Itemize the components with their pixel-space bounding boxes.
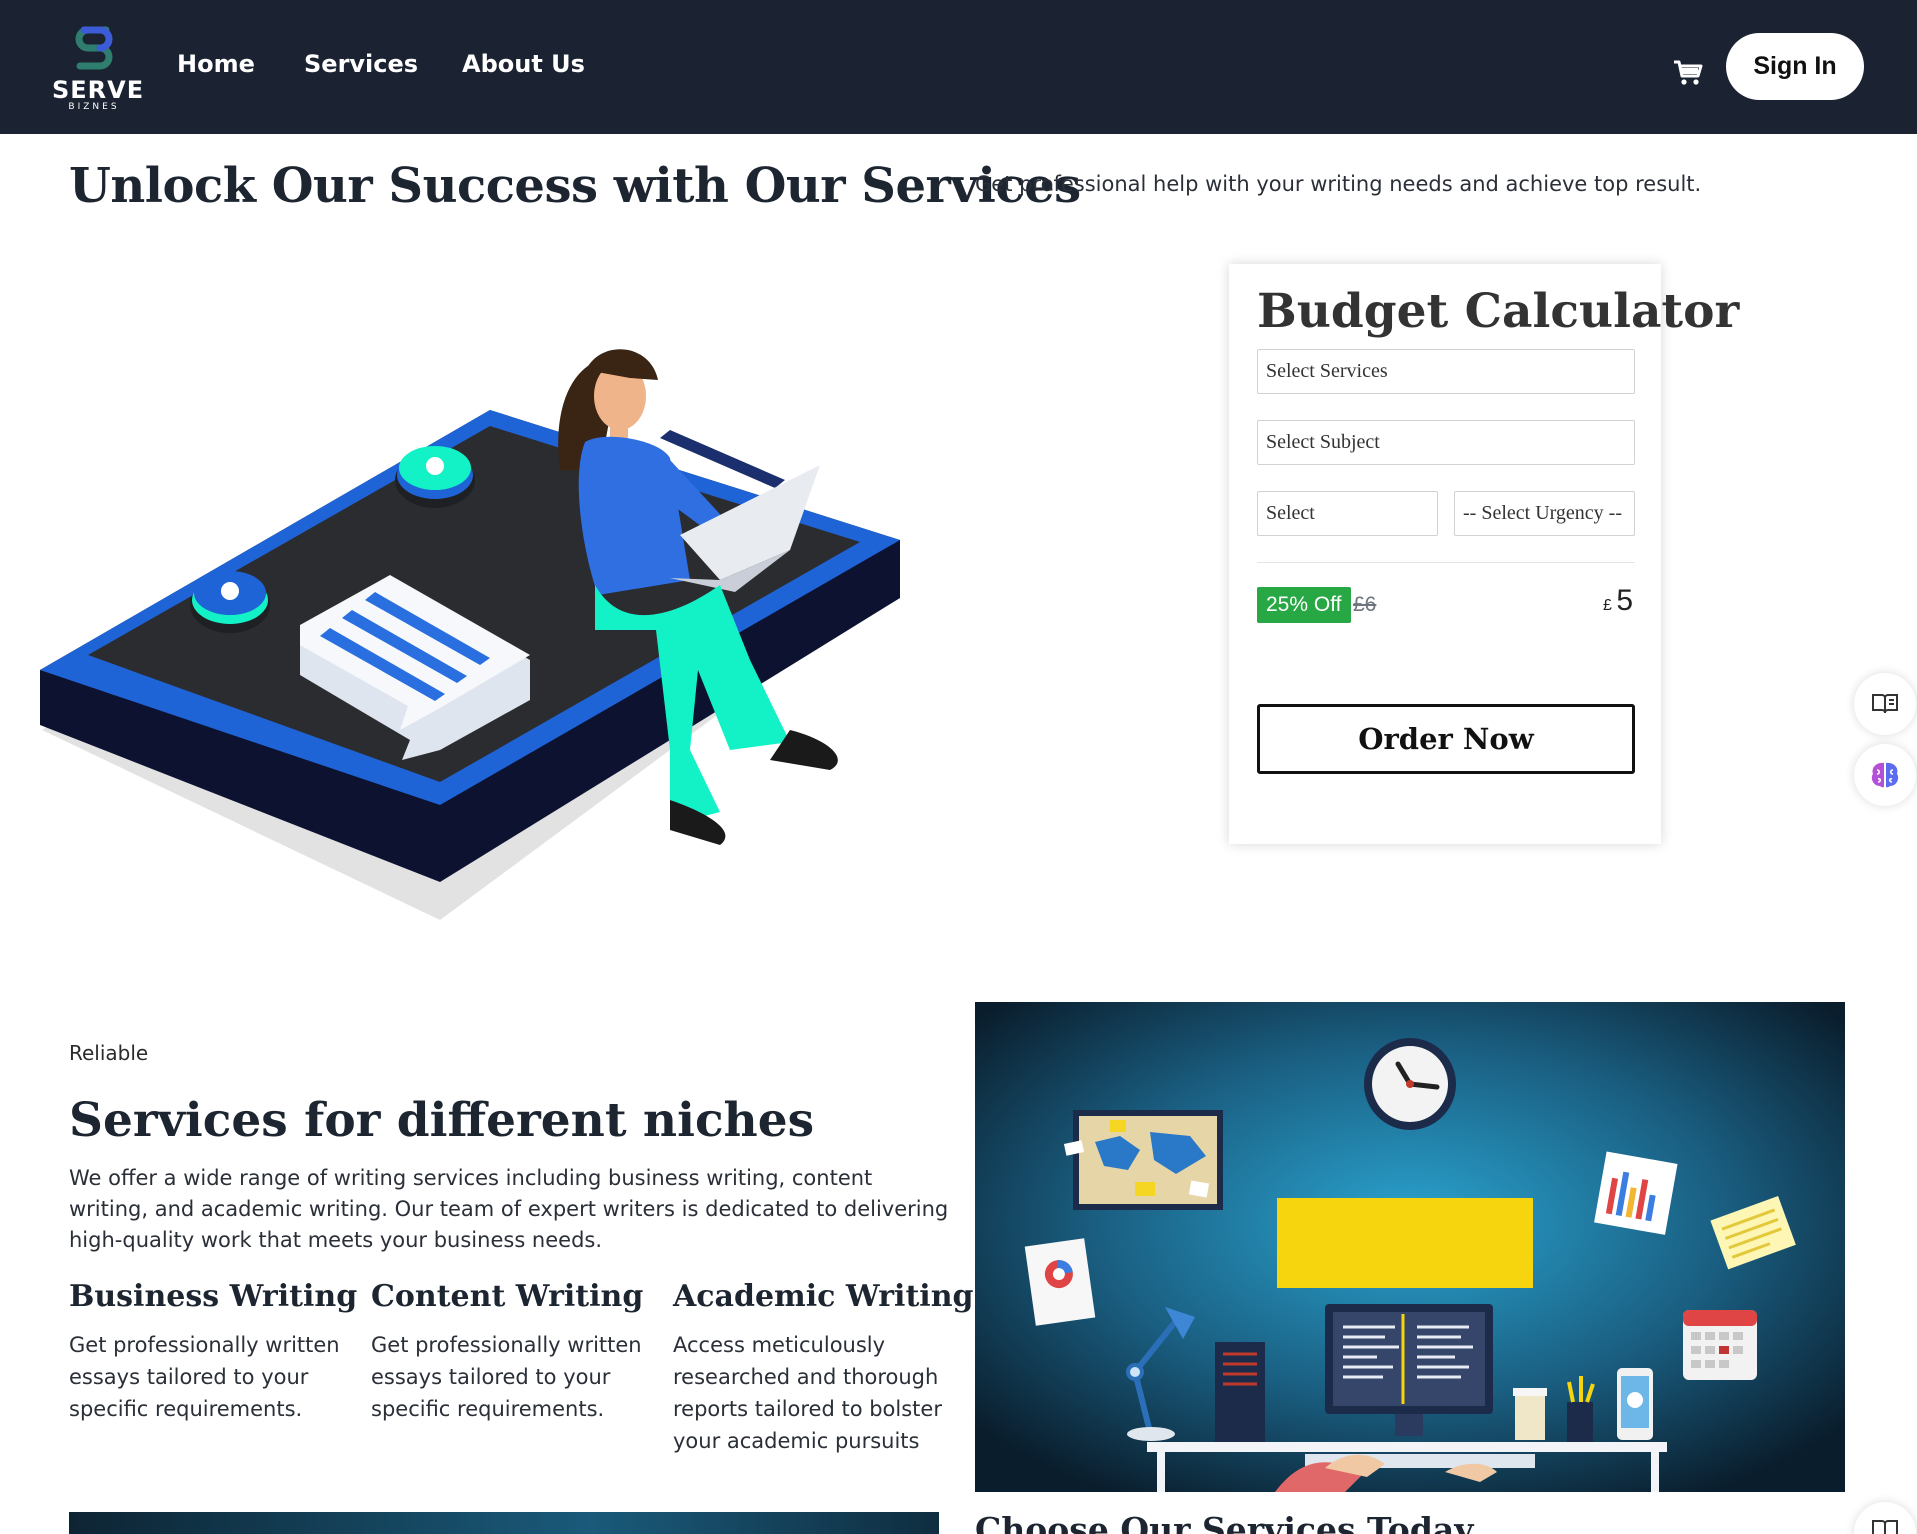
nav-link-services[interactable]: Services bbox=[304, 50, 418, 78]
brand-subtitle: BIZNES bbox=[68, 102, 120, 112]
hero-subtitle: Get professional help with your writing … bbox=[975, 172, 1702, 196]
service-title-business: Business Writing bbox=[69, 1279, 358, 1314]
book-open-icon bbox=[1872, 1520, 1898, 1534]
ai-assistant-button[interactable] bbox=[1854, 744, 1916, 806]
service-text-academic: Access meticulously researched and thoro… bbox=[673, 1333, 942, 1453]
service-title-academic: Academic Writing bbox=[673, 1279, 974, 1314]
workspace-illustration bbox=[975, 1002, 1845, 1492]
logo-mark-icon bbox=[75, 26, 113, 70]
brand-name: SERVE bbox=[52, 76, 145, 104]
currency-symbol: £ bbox=[1602, 597, 1612, 614]
hero-title: Unlock Our Success with Our Services bbox=[69, 158, 1081, 214]
next-section-title: Choose Our Services Today bbox=[975, 1510, 1474, 1534]
next-section-banner bbox=[69, 1512, 939, 1534]
nav-link-about-us[interactable]: About Us bbox=[462, 50, 585, 78]
pages-select[interactable]: Select bbox=[1257, 491, 1438, 536]
reader-mode-button-secondary[interactable] bbox=[1854, 1502, 1916, 1534]
budget-calculator: Budget Calculator Select Services Select… bbox=[1229, 264, 1739, 844]
service-title-content: Content Writing bbox=[371, 1279, 644, 1314]
services-description: We offer a wide range of writing service… bbox=[69, 1166, 949, 1252]
services-eyebrow: Reliable bbox=[69, 1041, 149, 1065]
old-price: £6 bbox=[1353, 593, 1377, 616]
calculator-title: Budget Calculator bbox=[1257, 284, 1740, 339]
urgency-select[interactable]: -- Select Urgency -- bbox=[1454, 491, 1635, 536]
current-price: £ 5 bbox=[1553, 584, 1633, 618]
calculator-divider bbox=[1257, 562, 1635, 563]
service-text-content: Get professionally written essays tailor… bbox=[371, 1333, 642, 1421]
top-navbar: SERVE BIZNES Home Services About Us Sign… bbox=[0, 0, 1917, 134]
subject-select[interactable]: Select Subject bbox=[1257, 420, 1635, 465]
hero-illustration bbox=[40, 349, 900, 920]
brain-icon bbox=[1871, 762, 1899, 788]
service-text-business: Get professionally written essays tailor… bbox=[69, 1333, 340, 1421]
services-title: Services for different niches bbox=[69, 1093, 815, 1148]
book-open-icon bbox=[1872, 694, 1898, 714]
brand-logo[interactable]: SERVE BIZNES bbox=[52, 22, 145, 114]
discount-badge: 25% Off bbox=[1257, 587, 1351, 623]
sign-in-button[interactable]: Sign In bbox=[1726, 33, 1864, 100]
reader-mode-button[interactable] bbox=[1854, 673, 1916, 735]
cart-icon[interactable] bbox=[1672, 56, 1704, 88]
order-now-button[interactable]: Order Now bbox=[1257, 704, 1635, 774]
service-select[interactable]: Select Services bbox=[1257, 349, 1635, 394]
nav-link-home[interactable]: Home bbox=[177, 50, 255, 78]
price-value: 5 bbox=[1616, 584, 1633, 617]
